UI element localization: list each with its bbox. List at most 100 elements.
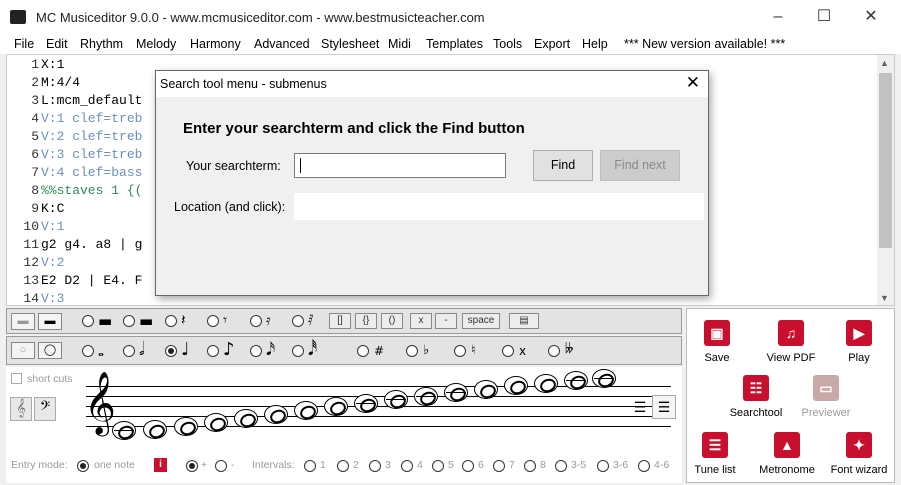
interval-label: 8 (540, 459, 546, 471)
bass-clef-button[interactable]: 𝄢 (34, 397, 56, 421)
metronome-button[interactable]: ▲ Metronome (757, 432, 817, 476)
menu-export[interactable]: Export (534, 37, 570, 51)
rest-small-icon[interactable]: ▬ (11, 313, 35, 330)
info-icon[interactable]: i (154, 458, 167, 472)
find-button[interactable]: Find (533, 150, 593, 181)
staff-note[interactable] (592, 369, 616, 388)
interval-radio[interactable] (638, 460, 650, 472)
bar-icon[interactable]: ▤ (509, 313, 539, 329)
view-pdf-button[interactable]: ♫ View PDF (763, 320, 819, 364)
natural-radio[interactable] (454, 345, 466, 357)
menu-templates[interactable]: Templates (426, 37, 483, 51)
note-radio-5[interactable] (250, 345, 262, 357)
note-radio-1[interactable] (82, 345, 94, 357)
dialog-close-icon[interactable]: ✕ (686, 73, 700, 93)
staff-note[interactable] (414, 387, 438, 406)
tune-list-button[interactable]: ☰ Tune list (691, 432, 739, 476)
staff-note[interactable] (174, 417, 198, 436)
menu-melody[interactable]: Melody (136, 37, 176, 51)
sharp-radio[interactable] (357, 345, 369, 357)
staff-note[interactable] (324, 397, 348, 416)
searchtool-button[interactable]: ☷ Searchtool (725, 375, 787, 419)
minimize-button[interactable]: – (755, 4, 801, 30)
scroll-down-icon[interactable]: ▼ (880, 293, 889, 303)
interval-radio[interactable] (555, 460, 567, 472)
staff-note[interactable] (444, 383, 468, 402)
braces-button[interactable]: {} (355, 313, 377, 329)
interval-radio[interactable] (304, 460, 316, 472)
interval-radio[interactable] (369, 460, 381, 472)
staff-note[interactable] (474, 380, 498, 399)
save-button[interactable]: ▣ Save (695, 320, 739, 364)
menu-harmony[interactable]: Harmony (190, 37, 241, 51)
note-radio-2[interactable] (123, 345, 135, 357)
menu-new-version[interactable]: *** New version available! *** (624, 37, 785, 51)
minus-radio[interactable] (215, 460, 227, 472)
find-next-button[interactable]: Find next (600, 150, 680, 181)
staff-note[interactable] (504, 376, 528, 395)
note-radio-3[interactable] (165, 345, 177, 357)
location-field[interactable] (294, 193, 704, 220)
interval-radio[interactable] (432, 460, 444, 472)
staff-note[interactable] (294, 401, 318, 420)
rest-radio-5[interactable] (250, 315, 262, 327)
staff-note[interactable] (112, 421, 136, 440)
play-button[interactable]: ▶ Play (839, 320, 879, 364)
maximize-button[interactable]: ☐ (801, 4, 847, 30)
x-button[interactable]: x (410, 313, 432, 329)
space-button[interactable]: space (462, 313, 500, 329)
note-radio-6[interactable] (292, 345, 304, 357)
rest-radio-6[interactable] (292, 315, 304, 327)
align-left-icon[interactable]: ☰ (630, 395, 650, 419)
rest-large-icon[interactable]: ▬ (38, 313, 62, 330)
menu-help[interactable]: Help (582, 37, 608, 51)
one-note-radio[interactable] (77, 460, 89, 472)
staff-note[interactable] (354, 394, 378, 413)
short-cuts-checkbox[interactable] (11, 373, 22, 384)
note-large-icon[interactable]: ◯ (38, 342, 62, 359)
menu-tools[interactable]: Tools (493, 37, 522, 51)
rest-radio-3[interactable] (165, 315, 177, 327)
interval-radio[interactable] (524, 460, 536, 472)
interval-radio[interactable] (493, 460, 505, 472)
scroll-up-icon[interactable]: ▲ (880, 58, 889, 68)
staff-note[interactable] (564, 371, 588, 390)
treble-clef-button[interactable]: 𝄞 (10, 397, 32, 421)
font-wizard-button[interactable]: ✦ Font wizard (827, 432, 891, 476)
staff-note[interactable] (143, 420, 167, 439)
staff-note[interactable] (234, 409, 258, 428)
brackets-button[interactable]: [] (329, 313, 351, 329)
rest-radio-1[interactable] (82, 315, 94, 327)
align-right-icon[interactable]: ☰ (652, 395, 676, 419)
dash-button[interactable]: - (435, 313, 457, 329)
note-radio-4[interactable] (207, 345, 219, 357)
menu-rhythm[interactable]: Rhythm (80, 37, 123, 51)
double-flat-radio[interactable] (548, 345, 560, 357)
previewer-button[interactable]: ▭ Previewer (797, 375, 855, 419)
plus-radio[interactable] (186, 460, 198, 472)
menu-advanced[interactable]: Advanced (254, 37, 310, 51)
close-button[interactable]: ✕ (848, 4, 894, 30)
interval-radio[interactable] (337, 460, 349, 472)
searchterm-input[interactable] (294, 153, 506, 178)
scroll-thumb[interactable] (879, 73, 892, 248)
menu-file[interactable]: File (14, 37, 34, 51)
rest-radio-4[interactable] (207, 315, 219, 327)
staff-note[interactable] (534, 374, 558, 393)
menu-stylesheet[interactable]: Stylesheet (321, 37, 379, 51)
note-small-icon[interactable]: ○ (11, 342, 35, 359)
interval-radio[interactable] (401, 460, 413, 472)
interval-radio[interactable] (462, 460, 474, 472)
editor-scrollbar[interactable]: ▲ ▼ (877, 55, 894, 305)
menu-edit[interactable]: Edit (46, 37, 68, 51)
flat-radio[interactable] (406, 345, 418, 357)
staff-note[interactable] (264, 405, 288, 424)
double-sharp-radio[interactable] (502, 345, 514, 357)
parens-button[interactable]: () (381, 313, 403, 329)
font-wizard-label: Font wizard (830, 464, 888, 476)
staff-note[interactable] (204, 413, 228, 432)
interval-radio[interactable] (597, 460, 609, 472)
staff-note[interactable] (384, 390, 408, 409)
menu-midi[interactable]: Midi (388, 37, 411, 51)
rest-radio-2[interactable] (123, 315, 135, 327)
